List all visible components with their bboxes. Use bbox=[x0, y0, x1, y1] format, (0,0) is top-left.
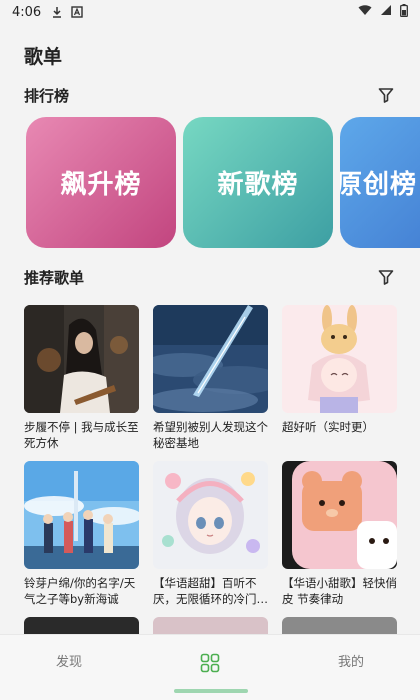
playlist-cover bbox=[153, 617, 268, 635]
playlist-cover bbox=[24, 617, 139, 635]
filter-icon[interactable] bbox=[376, 85, 396, 105]
playlist-tile[interactable]: 【华语超甜】百听不厌，无限循环的冷门… bbox=[153, 461, 268, 607]
nav-discover[interactable]: 发现 bbox=[56, 651, 82, 670]
playlist-tile[interactable]: 铃芽户绵/你的名字/天气之子等by新海诚 bbox=[24, 461, 139, 607]
home-indicator bbox=[174, 689, 248, 693]
playlist-title: 铃芽户绵/你的名字/天气之子等by新海诚 bbox=[24, 576, 136, 606]
playlist-tile[interactable] bbox=[282, 617, 397, 635]
filter-icon[interactable] bbox=[376, 267, 396, 287]
rank-card-label: 飙升榜 bbox=[60, 170, 142, 200]
playlist-tile[interactable]: 超好听（实时更） bbox=[282, 305, 397, 435]
playlist-title: 【华语小甜歌】轻快俏皮 节奏律动 bbox=[282, 576, 397, 606]
rank-card-new[interactable]: 新歌榜 bbox=[183, 117, 333, 248]
playlist-cover bbox=[153, 305, 268, 413]
status-time: 4:06 bbox=[12, 4, 42, 20]
playlist-title: 步履不停 | 我与成长至死方休 bbox=[24, 420, 139, 450]
a-box-icon bbox=[71, 6, 83, 18]
rank-card-original[interactable]: 原创榜 bbox=[340, 117, 420, 248]
rank-card-soaring[interactable]: 飙升榜 bbox=[26, 117, 176, 248]
ranking-list: 飙升榜 新歌榜 原创榜 bbox=[26, 117, 420, 249]
playlist-tile[interactable]: 希望别被别人发现这个秘密基地 bbox=[153, 305, 268, 451]
playlist-tile[interactable]: 步履不停 | 我与成长至死方休 bbox=[24, 305, 139, 451]
playlist-title: 超好听（实时更） bbox=[282, 420, 374, 434]
playlist-title: 【华语超甜】百听不厌，无限循环的冷门… bbox=[153, 576, 268, 606]
rank-card-label: 原创榜 bbox=[340, 170, 418, 200]
rank-card-label: 新歌榜 bbox=[217, 170, 299, 200]
grid-icon[interactable] bbox=[200, 653, 220, 673]
playlist-cover bbox=[282, 305, 397, 413]
download-icon bbox=[51, 6, 63, 18]
ranking-title: 排行榜 bbox=[24, 86, 70, 105]
playlist-cover bbox=[153, 461, 268, 569]
playlist-cover bbox=[282, 617, 397, 635]
recommend-title: 推荐歌单 bbox=[24, 268, 85, 287]
wifi-icon bbox=[358, 4, 372, 20]
playlist-cover bbox=[24, 305, 139, 413]
playlist-grid: 步履不停 | 我与成长至死方休 希望别被别人发现这个秘密基地 超好听（实时更） … bbox=[24, 305, 398, 635]
status-bar: 4:06 bbox=[0, 0, 420, 24]
ranking-header: 排行榜 bbox=[24, 84, 396, 106]
bottom-nav: 发现 我的 bbox=[0, 634, 420, 700]
playlist-cover bbox=[282, 461, 397, 569]
playlist-tile[interactable] bbox=[153, 617, 268, 635]
playlist-tile[interactable]: 【华语小甜歌】轻快俏皮 节奏律动 bbox=[282, 461, 397, 607]
nav-mine[interactable]: 我的 bbox=[338, 651, 364, 670]
battery-icon bbox=[400, 3, 408, 21]
page-title: 歌单 bbox=[24, 46, 63, 68]
playlist-title: 希望别被别人发现这个秘密基地 bbox=[153, 420, 268, 450]
recommend-header: 推荐歌单 bbox=[24, 266, 396, 288]
signal-icon bbox=[380, 4, 392, 20]
playlist-cover bbox=[24, 461, 139, 569]
playlist-tile[interactable] bbox=[24, 617, 139, 635]
